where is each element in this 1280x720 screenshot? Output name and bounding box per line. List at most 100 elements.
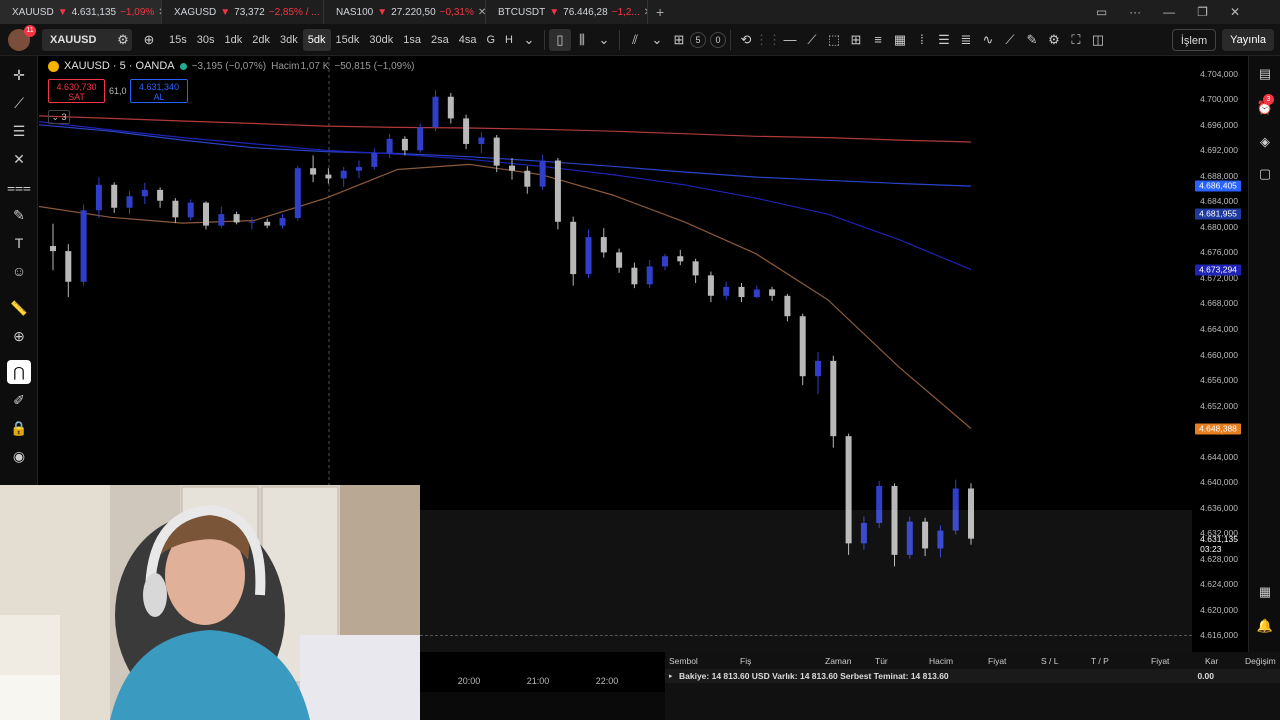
emoji-icon[interactable]: ☺	[7, 259, 31, 283]
expand-icon[interactable]: ▸	[669, 672, 673, 680]
interval-1dk[interactable]: 1dk	[220, 29, 248, 51]
grid-dots-icon[interactable]: ⋮⋮	[755, 29, 781, 51]
trend-line-icon[interactable]: ⟋	[801, 29, 823, 51]
vertical-line-icon[interactable]: ⁞	[911, 29, 933, 51]
chevron-down-icon[interactable]: ⌄	[593, 29, 615, 51]
column-header[interactable]: Değişim	[1245, 656, 1276, 666]
column-header[interactable]: S / L	[1041, 656, 1058, 666]
rectangle-icon[interactable]: ⬚	[823, 29, 845, 51]
camera-icon[interactable]: ◫	[1087, 29, 1109, 51]
column-header[interactable]: Fiş	[740, 656, 751, 666]
trend-line-icon[interactable]: ⟋	[7, 91, 31, 115]
column-header[interactable]: Zaman	[825, 656, 851, 666]
interval-30s[interactable]: 30s	[192, 29, 220, 51]
column-header[interactable]: Hacim	[929, 656, 953, 666]
interval-H[interactable]: H	[500, 29, 518, 51]
fib-extension-icon[interactable]: ≣	[955, 29, 977, 51]
interval-15s[interactable]: 15s	[164, 29, 192, 51]
settings-gear-icon[interactable]: ⚙	[112, 29, 134, 51]
candles-icon[interactable]: ▯	[548, 28, 571, 51]
add-tab-icon[interactable]: +	[656, 4, 664, 20]
eye-icon[interactable]: ◉	[7, 444, 31, 468]
column-header[interactable]: Tür	[875, 656, 888, 666]
ruler-icon[interactable]: 📏	[7, 296, 31, 320]
interval-G[interactable]: G	[481, 29, 500, 51]
counter-a[interactable]: 5	[689, 31, 706, 48]
tab-xauusd[interactable]: XAUUSD ▼ 4.631,135 −1,09% ✕	[0, 0, 162, 24]
wave-icon[interactable]: ∿	[977, 29, 999, 51]
candle-body	[432, 96, 439, 128]
interval-2dk[interactable]: 2dk	[247, 29, 275, 51]
lock-icon[interactable]: 🔒	[7, 416, 31, 440]
column-header[interactable]: Kar	[1205, 656, 1218, 666]
parallel-lines-icon[interactable]: ≡	[867, 29, 889, 51]
watchlist-icon[interactable]: ▤	[1255, 64, 1275, 84]
grid-icon[interactable]: ▦	[889, 29, 911, 51]
indicators-icon[interactable]: ⫽	[624, 29, 646, 51]
interval-4sa[interactable]: 4sa	[454, 29, 482, 51]
down-arrow-icon: ▼	[549, 6, 560, 18]
notifications-icon[interactable]: 🔔	[1255, 616, 1275, 636]
text-icon[interactable]: T	[7, 231, 31, 255]
close-icon[interactable]: ✕	[478, 7, 485, 18]
sell-button[interactable]: 4.630,730 SAT	[48, 79, 105, 103]
price-axis[interactable]: 4.704,000 4.700,000 4.696,000 4.692,000 4.68…	[1191, 57, 1248, 657]
chat-icon[interactable]: ▢	[1255, 164, 1275, 184]
chevron-down-icon[interactable]: ⌄	[646, 29, 668, 51]
maximize-icon[interactable]: ❐	[1197, 5, 1208, 19]
interval-2sa[interactable]: 2sa	[426, 29, 454, 51]
chevron-down-icon[interactable]: ⌄	[518, 29, 540, 51]
brush-icon[interactable]: ⟋	[999, 29, 1021, 51]
pen-icon[interactable]: ✎	[1021, 29, 1043, 51]
column-header[interactable]: T / P	[1091, 656, 1109, 666]
tab-btcusdt[interactable]: BTCUSDT ▼ 76.446,28 −1,2... ✕	[486, 0, 648, 24]
forecast-icon[interactable]: ⩶	[7, 175, 31, 199]
column-header[interactable]: Sembol	[669, 656, 698, 666]
brush-icon[interactable]: ✎	[7, 203, 31, 227]
time-axis[interactable]: 20:00 21:00 22:00	[420, 670, 665, 692]
interval-15dk[interactable]: 15dk	[331, 29, 365, 51]
minimize-icon[interactable]: —	[1163, 5, 1175, 19]
tab-xagusd[interactable]: XAGUSD ▼ 73,372 −2,85% / ... ✕	[162, 0, 324, 24]
crosshair-icon[interactable]: ✛	[7, 63, 31, 87]
window-close-icon[interactable]: ✕	[1230, 5, 1240, 19]
publish-button[interactable]: Yayınla	[1222, 28, 1274, 51]
candle	[570, 216, 577, 286]
column-header[interactable]: Fiyat	[1151, 656, 1169, 666]
settings-icon[interactable]: ⚙	[1043, 29, 1065, 51]
zoom-icon[interactable]: ⊕	[7, 324, 31, 348]
interval-1sa[interactable]: 1sa	[398, 29, 426, 51]
magnet-icon[interactable]: ⋂	[7, 360, 31, 384]
layout-icon[interactable]: ▭	[1096, 5, 1107, 19]
layers-icon[interactable]: ◈	[1255, 132, 1275, 152]
more-icon[interactable]: ···	[1129, 5, 1141, 19]
templates-icon[interactable]: ⊞	[668, 29, 690, 51]
column-header[interactable]: Fiyat	[988, 656, 1006, 666]
calendar-icon[interactable]: ▦	[1255, 582, 1275, 602]
trade-button[interactable]: İşlem	[1171, 28, 1217, 51]
candle-body	[738, 286, 745, 298]
candle-body	[340, 170, 347, 179]
interval-30dk[interactable]: 30dk	[364, 29, 398, 51]
add-symbol-icon[interactable]: ⊕	[138, 29, 160, 51]
fib-icon[interactable]: ☰	[933, 29, 955, 51]
bars-icon[interactable]: ⫼	[571, 29, 593, 51]
pattern-icon[interactable]: ✕	[7, 147, 31, 171]
candle-body	[631, 267, 638, 285]
account-summary-row[interactable]: ▸ Bakiye: 14 813.60 USD Varlık: 14 813.6…	[665, 669, 1280, 683]
divider	[618, 29, 620, 50]
buy-button[interactable]: 4.631,340 AL	[130, 79, 188, 103]
interval-3dk[interactable]: 3dk	[275, 29, 303, 51]
interval-5dk[interactable]: 5dk	[302, 28, 331, 51]
indicators-collapse[interactable]: ⌄ 3	[48, 110, 70, 124]
avatar[interactable]: 11	[8, 24, 36, 51]
crosshair-box-icon[interactable]: ⊞	[845, 29, 867, 51]
horizontal-line-icon[interactable]: —	[779, 29, 801, 51]
close-icon[interactable]: ✕	[644, 7, 647, 18]
counter-b[interactable]: 0	[709, 31, 726, 48]
replay-icon[interactable]: ⟲	[735, 29, 757, 51]
lock-drawing-icon[interactable]: ✐	[7, 388, 31, 412]
fib-icon[interactable]: ☰	[7, 119, 31, 143]
tab-nas100[interactable]: NAS100 ▼ 27.220,50 −0,31% ✕	[324, 0, 486, 24]
fullscreen-icon[interactable]: ⛶	[1065, 29, 1087, 51]
